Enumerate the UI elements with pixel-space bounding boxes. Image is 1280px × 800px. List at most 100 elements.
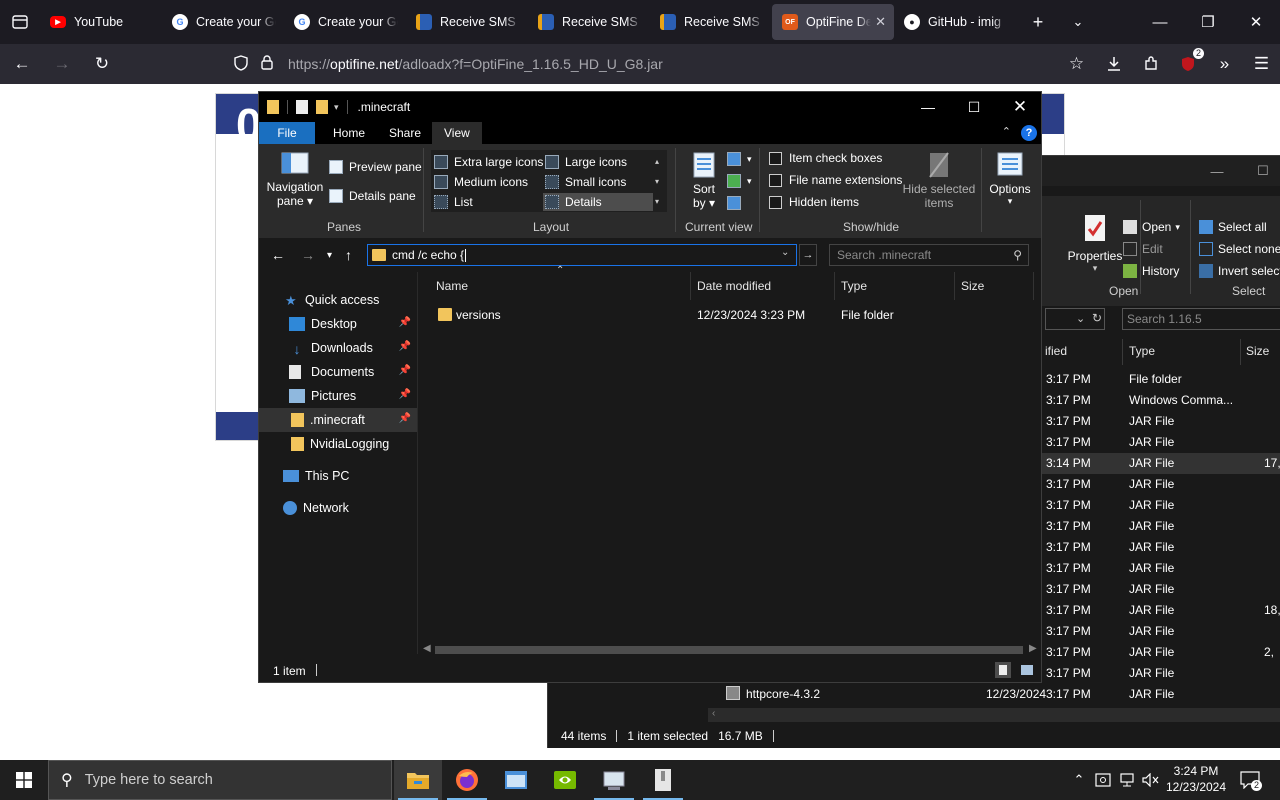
new-tab-button[interactable]: +: [1018, 0, 1058, 44]
downloads-icon[interactable]: [1095, 48, 1132, 80]
back-search-input[interactable]: Search 1.16.5: [1122, 308, 1280, 330]
back-refresh-icon[interactable]: ↻: [1092, 311, 1102, 325]
explorer-window-front[interactable]: ▾ .minecraft — ☐ ✕ File Home Share View …: [258, 91, 1042, 683]
firefox-taskbar-icon[interactable]: [443, 760, 491, 800]
history-button[interactable]: History: [1123, 260, 1180, 282]
sidebar-item-network[interactable]: Network: [259, 496, 417, 520]
show-hidden-icons[interactable]: ⌃: [1068, 760, 1090, 800]
back-arrow-icon[interactable]: ←: [4, 48, 40, 80]
pane-divider[interactable]: [417, 272, 418, 654]
open-button[interactable]: Open ▾: [1123, 216, 1180, 238]
pin-icon[interactable]: 📌: [399, 317, 411, 328]
help-icon[interactable]: ?: [1021, 125, 1037, 141]
tray-app-icon[interactable]: [1092, 760, 1114, 800]
restore-icon[interactable]: ❐: [1184, 0, 1232, 44]
overflow-chevrons-icon[interactable]: »: [1206, 48, 1243, 80]
taskbar-search-input[interactable]: ⚲ Type here to search: [48, 760, 392, 800]
minimize-icon[interactable]: —: [905, 92, 951, 122]
hide-selected-items-button[interactable]: Hide selected items: [901, 152, 977, 210]
preview-pane-button[interactable]: Preview pane: [329, 160, 422, 174]
ublock-icon[interactable]: 2: [1169, 48, 1206, 80]
select-all-button[interactable]: Select all: [1199, 216, 1280, 238]
tab-overflow-button[interactable]: ⌄: [1058, 0, 1098, 44]
details-pane-button[interactable]: Details pane: [329, 189, 416, 203]
select-none-button[interactable]: Select none: [1199, 238, 1280, 260]
sidebar-item-minecraft[interactable]: .minecraft 📌: [259, 408, 417, 432]
type-column-header[interactable]: Type: [841, 279, 867, 293]
url-text[interactable]: https://optifine.net/adloadx?f=OptiFine_…: [288, 56, 663, 72]
large-icons-option[interactable]: Large icons: [545, 153, 653, 171]
pin-icon[interactable]: 📌: [399, 413, 411, 424]
scroll-right-icon[interactable]: ▶: [1029, 643, 1037, 654]
item-check-boxes-checkbox[interactable]: Item check boxes: [769, 151, 882, 165]
list-option[interactable]: List: [434, 193, 542, 211]
browser-tab[interactable]: ▶ YouTube: [40, 4, 162, 40]
minimize-icon[interactable]: —: [1136, 0, 1184, 44]
date-column-header[interactable]: ified: [1045, 344, 1067, 358]
sort-by-button[interactable]: Sort by ▾: [687, 152, 721, 210]
sidebar-item-this-pc[interactable]: This PC: [259, 464, 417, 488]
nvidia-taskbar-icon[interactable]: [541, 760, 589, 800]
shield-icon[interactable]: [228, 54, 254, 74]
lock-icon[interactable]: [254, 55, 280, 73]
back-arrow-icon[interactable]: ←: [271, 247, 285, 263]
forward-arrow-icon[interactable]: →: [301, 247, 315, 263]
hamburger-menu-icon[interactable]: ☰: [1243, 48, 1280, 80]
file-explorer-taskbar-icon[interactable]: [394, 760, 442, 800]
size-column-header[interactable]: Size: [1246, 344, 1269, 358]
close-icon[interactable]: ✕: [997, 92, 1043, 122]
extensions-icon[interactable]: [1132, 48, 1169, 80]
close-icon[interactable]: ✕: [1232, 0, 1280, 44]
url-bar[interactable]: https://optifine.net/adloadx?f=OptiFine_…: [228, 48, 1098, 80]
extra-large-icons-option[interactable]: Extra large icons: [434, 153, 543, 171]
tab-share[interactable]: Share: [377, 122, 433, 144]
sidebar-item-downloads[interactable]: ↓ Downloads 📌: [259, 336, 417, 360]
windows-start-button[interactable]: [0, 760, 48, 800]
details-option[interactable]: Details: [543, 193, 653, 211]
size-column-header[interactable]: Size: [961, 279, 984, 293]
browser-tab[interactable]: G Create your Go: [284, 4, 406, 40]
large-icons-view-icon[interactable]: [1019, 662, 1035, 678]
navigation-pane-button[interactable]: Navigation pane ▾: [267, 152, 323, 208]
collapse-ribbon-icon[interactable]: ⌃: [1002, 125, 1011, 138]
pin-icon[interactable]: 📌: [399, 389, 411, 400]
close-tab-icon[interactable]: ✕: [875, 14, 886, 30]
back-horizontal-scrollbar[interactable]: ‹: [708, 708, 1280, 722]
volume-muted-icon[interactable]: [1140, 760, 1162, 800]
sidebar-item-documents[interactable]: Documents 📌: [259, 360, 417, 384]
pin-icon[interactable]: 📌: [399, 365, 411, 376]
properties-quick-icon[interactable]: [296, 100, 308, 114]
taskbar-clock[interactable]: 3:24 PM 12/23/2024: [1160, 763, 1232, 795]
browser-tab[interactable]: ● GitHub - imig: [894, 4, 1016, 40]
horizontal-scrollbar[interactable]: ◀ ▶: [421, 642, 1041, 658]
browser-tab[interactable]: OF OptiFine De ✕: [772, 4, 894, 40]
list-all-tabs-button[interactable]: [0, 0, 40, 44]
table-row[interactable]: versions 12/23/2024 3:23 PM File folder: [418, 304, 1030, 326]
size-columns-button[interactable]: [727, 196, 747, 210]
search-input[interactable]: Search .minecraft ⚲: [829, 244, 1029, 266]
go-arrow-icon[interactable]: →: [799, 244, 817, 266]
minimize-icon[interactable]: —: [1194, 156, 1240, 186]
group-by-button[interactable]: ▾: [727, 152, 752, 166]
browser-tab[interactable]: Receive SMS o: [650, 4, 772, 40]
back-address-dropdown-icon[interactable]: ⌄: [1076, 312, 1085, 325]
address-dropdown-icon[interactable]: ⌄: [781, 247, 789, 258]
edit-button[interactable]: Edit: [1123, 238, 1180, 260]
recent-locations-icon[interactable]: ▾: [327, 250, 332, 261]
details-view-icon[interactable]: [995, 662, 1011, 678]
hidden-items-checkbox[interactable]: Hidden items: [769, 195, 859, 209]
invert-selection-button[interactable]: Invert selecti: [1199, 260, 1280, 282]
sidebar-item-pictures[interactable]: Pictures 📌: [259, 384, 417, 408]
pin-icon[interactable]: 📌: [399, 341, 411, 352]
name-column-header[interactable]: Name: [436, 279, 468, 293]
tab-file[interactable]: File: [259, 122, 315, 144]
medium-icons-option[interactable]: Medium icons: [434, 173, 542, 191]
options-button[interactable]: Options ▾: [987, 152, 1033, 207]
sidebar-item-nvidialogging[interactable]: NvidiaLogging: [259, 432, 417, 456]
app-window-taskbar-icon[interactable]: [492, 760, 540, 800]
bookmark-star-icon[interactable]: ☆: [1058, 48, 1095, 80]
scroll-left-icon[interactable]: ◀: [423, 643, 431, 654]
new-folder-quick-icon[interactable]: [316, 100, 328, 114]
type-column-header[interactable]: Type: [1129, 344, 1155, 358]
reload-icon[interactable]: ↻: [84, 48, 120, 80]
